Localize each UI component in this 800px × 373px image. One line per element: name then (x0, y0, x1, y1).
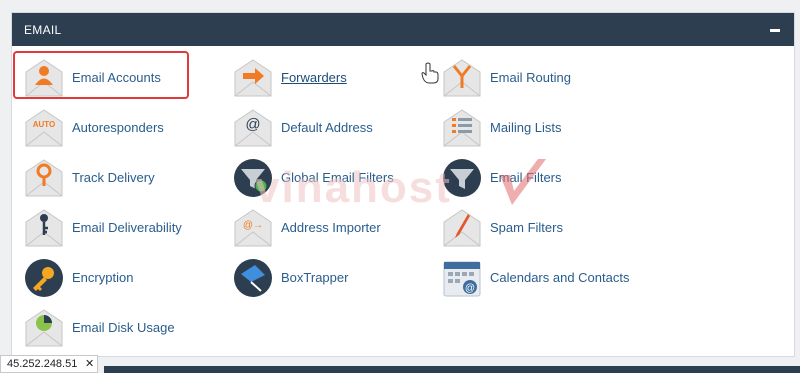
encryption-icon (25, 259, 63, 297)
forwarders-link[interactable]: Forwarders (233, 56, 433, 100)
email-routing-link[interactable]: Email Routing (442, 56, 642, 100)
email-deliverability-link[interactable]: Email Deliverability (24, 206, 224, 250)
email-disk-usage-link[interactable]: Email Disk Usage (24, 306, 224, 350)
default-address-icon: @ (234, 109, 272, 147)
panel-header: EMAIL (12, 13, 794, 46)
item-label: Spam Filters (490, 220, 563, 235)
item-label: Track Delivery (72, 170, 155, 185)
panel-title: EMAIL (24, 23, 62, 37)
close-icon[interactable]: ✕ (85, 357, 94, 370)
track-delivery-icon (25, 159, 63, 197)
collapse-icon[interactable] (770, 29, 780, 32)
at-icon-text: @ (465, 283, 475, 294)
item-label: BoxTrapper (281, 270, 349, 285)
item-label: Default Address (281, 120, 373, 135)
calendars-contacts-icon: @ (443, 261, 481, 297)
item-label: Email Filters (490, 170, 562, 185)
spam-filters-icon (443, 209, 481, 247)
address-importer-icon: @→ (234, 209, 272, 247)
global-email-filters-icon (234, 159, 272, 197)
at-icon-text: @ (245, 116, 260, 133)
item-label: Address Importer (281, 220, 381, 235)
status-bar: 45.252.248.51 ✕ (0, 355, 98, 373)
item-label: Global Email Filters (281, 170, 394, 185)
email-filters-link[interactable]: Email Filters (442, 156, 642, 200)
item-label: Email Routing (490, 70, 571, 85)
autoresponders-link[interactable]: AUTO Autoresponders (24, 106, 224, 150)
boxtrapper-link[interactable]: BoxTrapper (233, 256, 433, 300)
item-label: Email Deliverability (72, 220, 182, 235)
item-label: Email Disk Usage (72, 320, 175, 335)
email-routing-icon (443, 59, 481, 97)
item-label: Forwarders (281, 70, 347, 85)
forwarders-icon (234, 59, 272, 97)
mailing-lists-link[interactable]: Mailing Lists (442, 106, 642, 150)
email-disk-usage-icon (25, 309, 63, 347)
import-icon-text: @→ (243, 220, 263, 231)
address-importer-link[interactable]: @→ Address Importer (233, 206, 433, 250)
spam-filters-link[interactable]: Spam Filters (442, 206, 642, 250)
global-email-filters-link[interactable]: Global Email Filters (233, 156, 433, 200)
default-address-link[interactable]: @ Default Address (233, 106, 433, 150)
track-delivery-link[interactable]: Track Delivery (24, 156, 224, 200)
item-label: Calendars and Contacts (490, 270, 630, 285)
item-label: Encryption (72, 270, 134, 285)
item-label: Autoresponders (72, 120, 164, 135)
next-panel-header (104, 366, 800, 373)
item-label: Mailing Lists (490, 120, 562, 135)
boxtrapper-icon (234, 259, 272, 297)
auto-icon-text: AUTO (33, 120, 56, 129)
highlight-box (13, 51, 189, 99)
ip-address: 45.252.248.51 (7, 358, 78, 370)
autoresponders-icon: AUTO (25, 109, 63, 147)
email-filters-icon (443, 159, 481, 197)
mailing-lists-icon (443, 109, 481, 147)
calendars-contacts-link[interactable]: @ Calendars and Contacts (442, 256, 642, 300)
encryption-link[interactable]: Encryption (24, 256, 224, 300)
email-deliverability-icon (25, 209, 63, 247)
